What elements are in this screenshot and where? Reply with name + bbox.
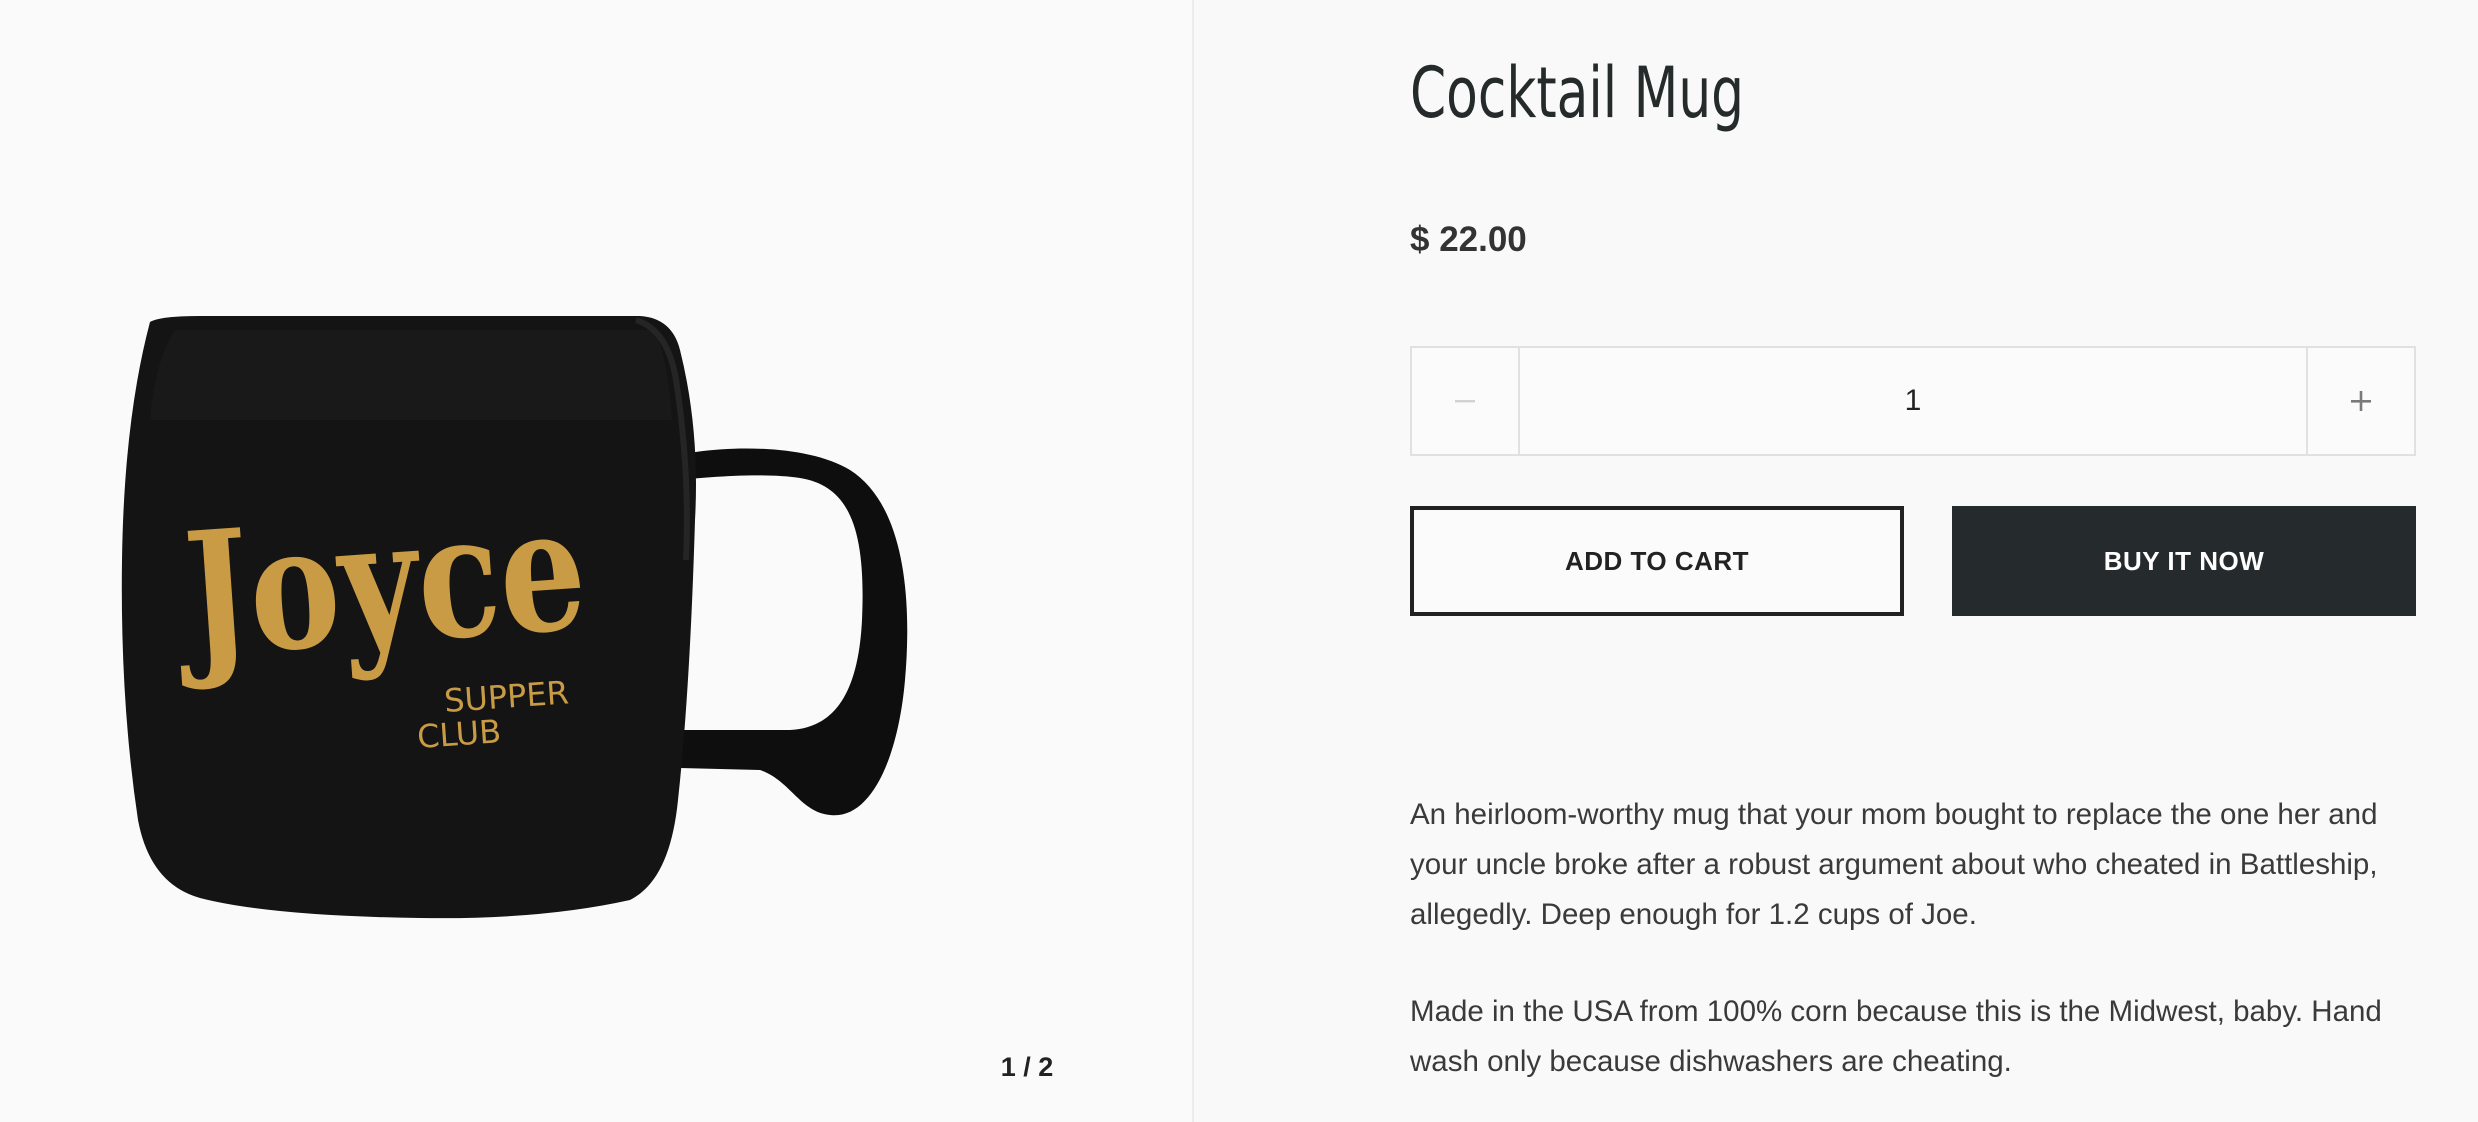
description-paragraph: An heirloom-worthy mug that your mom bou… (1410, 798, 2378, 931)
product-image-cocktail-mug[interactable]: Joyce SUPPER CLUB (0, 0, 1192, 990)
quantity-decrease-button[interactable] (1412, 348, 1520, 454)
quantity-stepper: 1 (1410, 346, 2416, 456)
add-to-cart-button[interactable]: ADD TO CART (1410, 506, 1904, 616)
quantity-input[interactable]: 1 (1520, 348, 2306, 454)
slide-counter: 1 / 2 (1000, 1052, 1054, 1082)
mug-logo-joyce: Joyce (169, 468, 592, 696)
quantity-increase-button[interactable] (2306, 348, 2414, 454)
gallery-divider (1192, 0, 1194, 1122)
product-price: $ 22.00 (1410, 220, 1527, 259)
buy-it-now-button[interactable]: BUY IT NOW (1952, 506, 2416, 616)
plus-icon (2351, 391, 2371, 411)
description-paragraph: Made in the USA from 100% corn because t… (1410, 995, 2382, 1078)
product-gallery: Joyce SUPPER CLUB 1 / 2 (0, 0, 1192, 1122)
minus-icon (1455, 400, 1475, 403)
mug-logo-club: CLUB (416, 712, 502, 756)
product-title: Cocktail Mug (1410, 52, 1745, 134)
product-description: An heirloom-worthy mug that your mom bou… (1410, 790, 2416, 1087)
